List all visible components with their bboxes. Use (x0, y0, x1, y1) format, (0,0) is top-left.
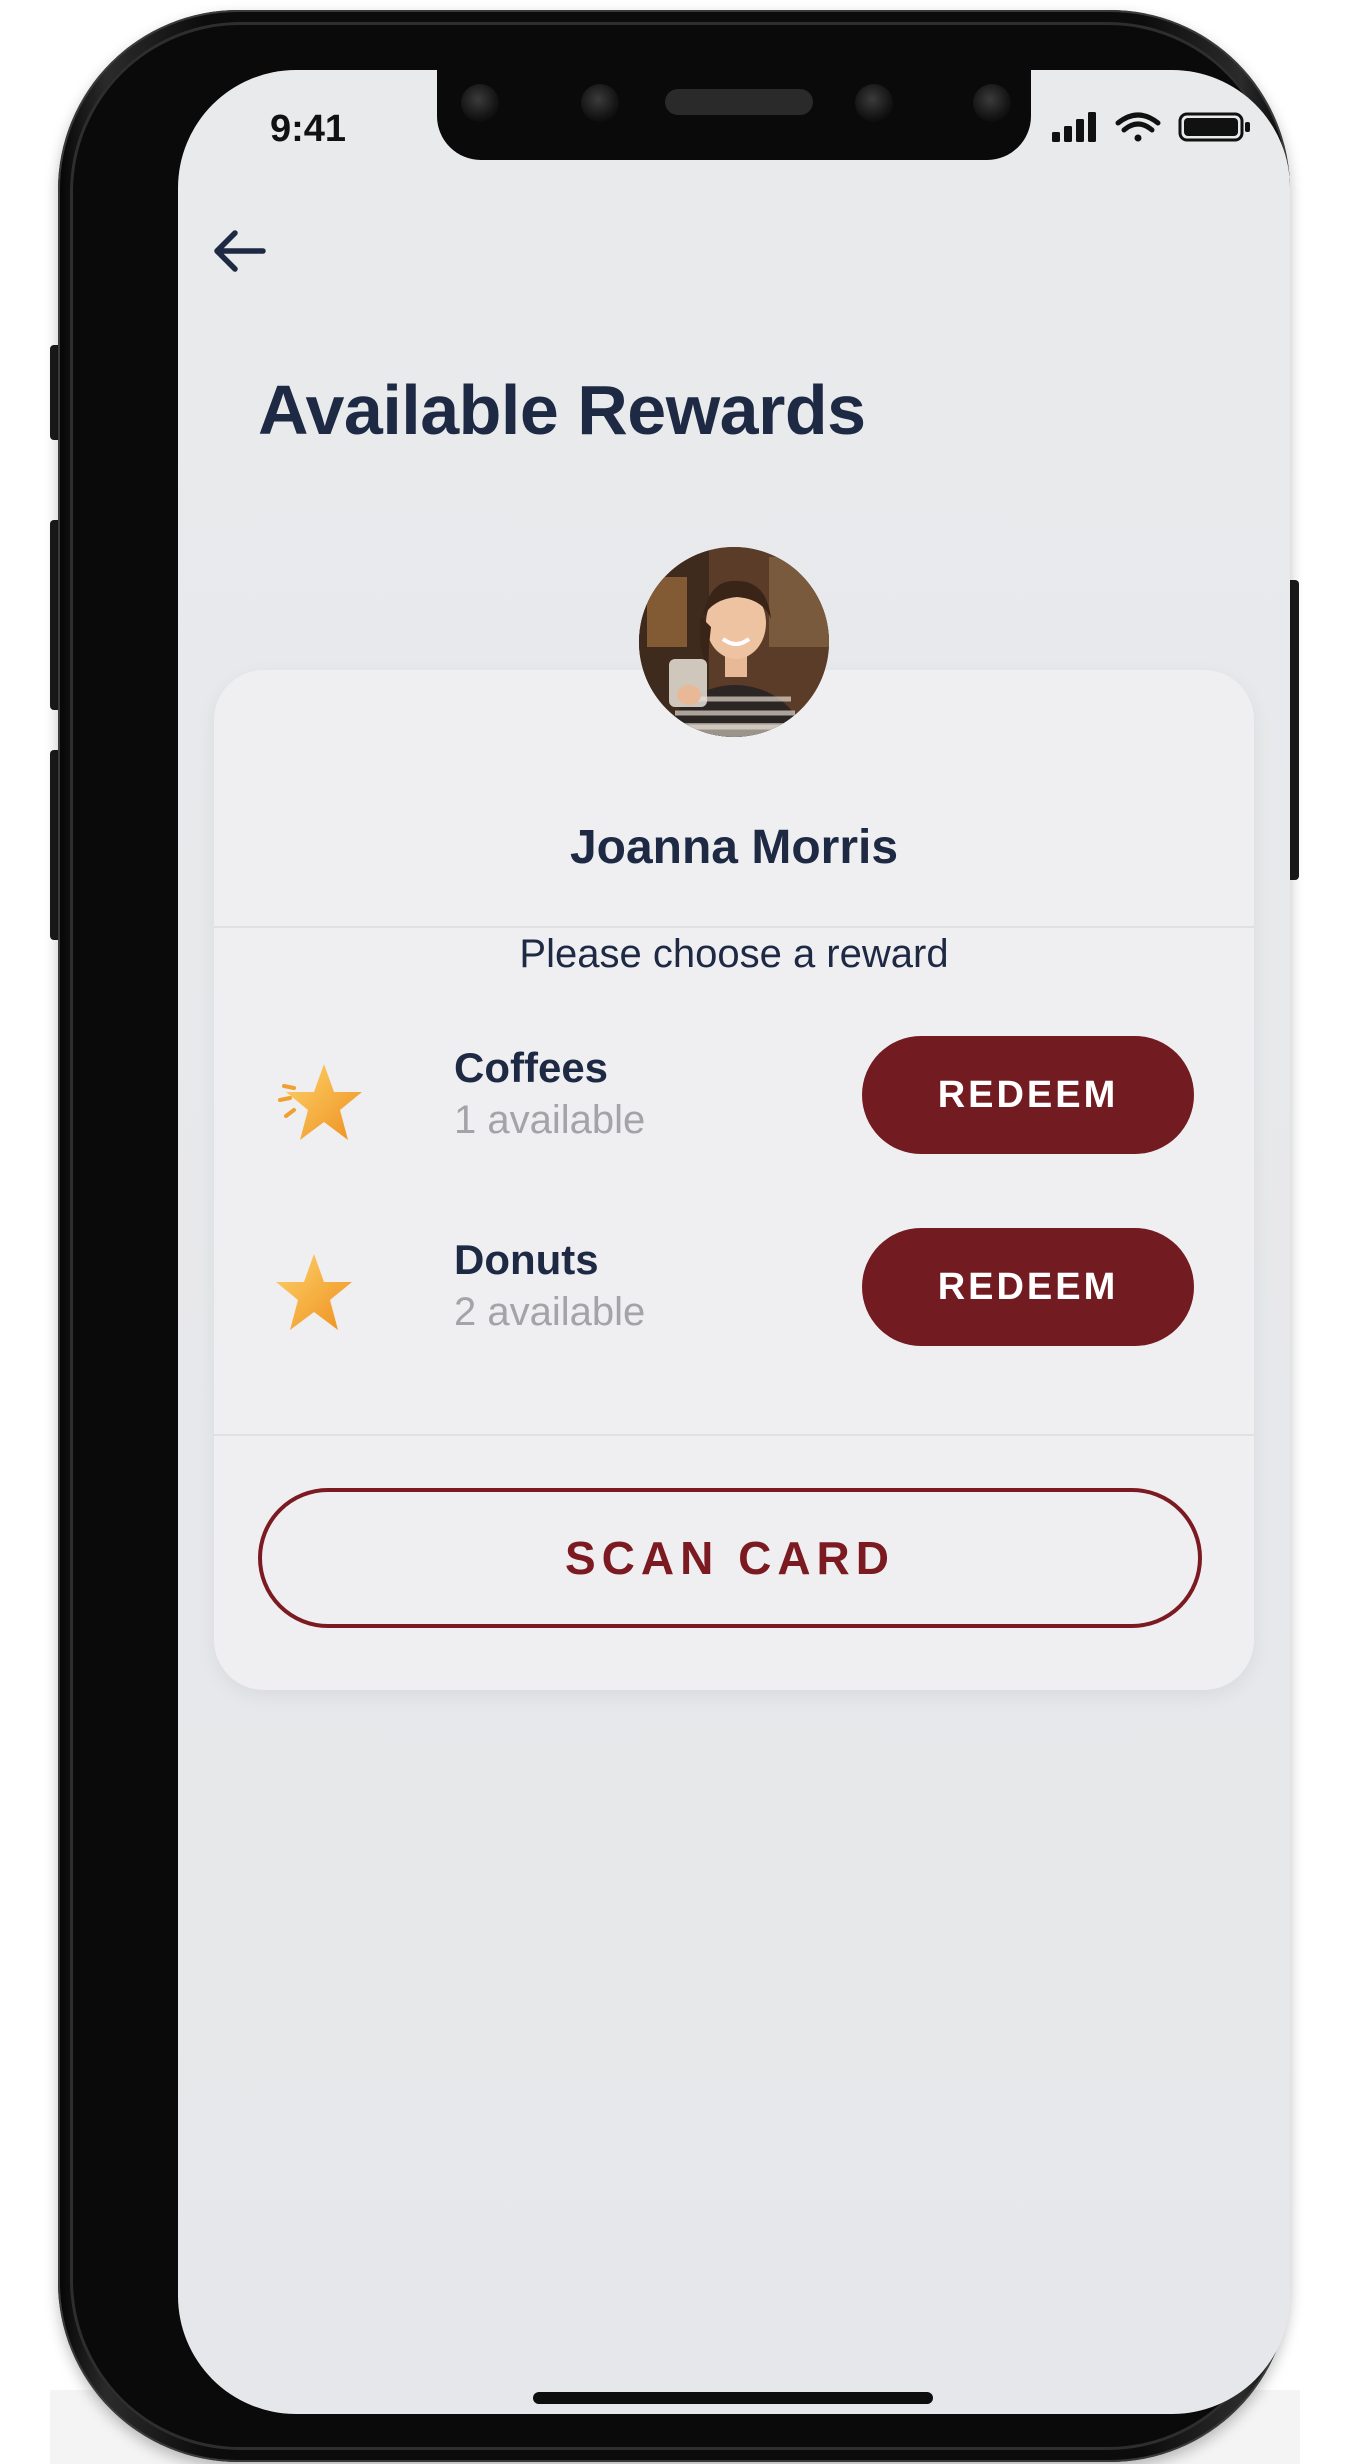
notch (437, 70, 1031, 160)
reward-availability: 1 available (454, 1098, 646, 1142)
back-button[interactable] (204, 216, 274, 286)
wifi-icon (1115, 112, 1161, 142)
reward-prompt: Please choose a reward (519, 932, 949, 976)
reward-row-donuts: Donuts 2 available REDEEM (274, 1228, 1194, 1348)
home-indicator[interactable] (533, 2392, 933, 2404)
sensor-icon (855, 84, 893, 122)
reward-availability: 2 available (454, 1290, 646, 1334)
battery-icon (1178, 112, 1250, 142)
camera-icon (461, 84, 499, 122)
phone-frame: 9:41 Available Rewards Joanna Morris Ple… (58, 10, 1290, 2462)
redeem-coffees-button[interactable]: REDEEM (862, 1036, 1194, 1154)
reward-row-coffees: Coffees 1 available REDEEM (274, 1036, 1194, 1156)
redeem-donuts-button[interactable]: REDEEM (862, 1228, 1194, 1346)
star-icon (278, 1064, 362, 1140)
speaker-grille (665, 89, 813, 115)
user-name: Joanna Morris (569, 821, 899, 874)
reward-name: Coffees (454, 1044, 609, 1091)
signal-icon (1052, 112, 1096, 142)
rewards-card: Joanna Morris Please choose a reward Cof… (214, 670, 1254, 1690)
avatar (639, 547, 829, 737)
app-screen: 9:41 Available Rewards Joanna Morris Ple… (178, 70, 1290, 2414)
divider (214, 1434, 1254, 1436)
scan-card-button[interactable]: SCAN CARD (258, 1488, 1202, 1628)
star-icon (276, 1254, 352, 1330)
sensor-icon (581, 84, 619, 122)
camera-icon (973, 84, 1011, 122)
page-title: Available Rewards (258, 371, 866, 449)
divider (214, 926, 1254, 928)
arrow-left-icon (214, 230, 266, 272)
reward-name: Donuts (454, 1236, 599, 1283)
status-time: 9:41 (270, 108, 347, 150)
status-icons (1052, 110, 1252, 144)
